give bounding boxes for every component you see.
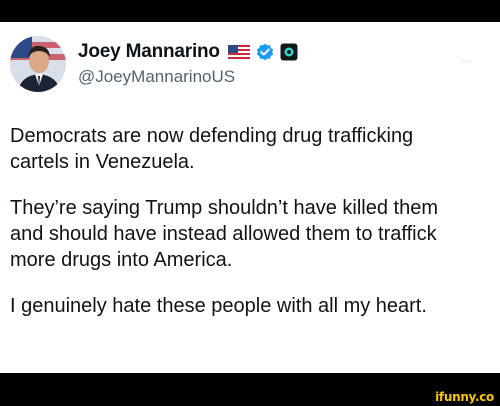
verified-badge-icon bbox=[256, 43, 274, 61]
us-flag-icon bbox=[227, 45, 250, 59]
tweet-paragraph: I genuinely hate these people with all m… bbox=[10, 295, 427, 317]
tweet-paragraph: They’re saying Trump shouldn’t have kill… bbox=[10, 197, 438, 271]
profile-name-row: Joey Mannarino bbox=[78, 40, 298, 64]
tweet-text: Democrats are now defending drug traffic… bbox=[10, 123, 488, 339]
ifunny-watermark: ifunny.co bbox=[435, 390, 494, 404]
more-options-icon[interactable]: ••• bbox=[460, 56, 472, 68]
user-handle[interactable]: @JoeyMannarinoUS bbox=[78, 67, 235, 87]
profile-photo-icon[interactable] bbox=[10, 36, 66, 92]
tweet-paragraph: Democrats are now defending drug traffic… bbox=[10, 125, 414, 173]
tweet-card: Joey Mannarino @JoeyMannarinoUS ••• Demo… bbox=[0, 22, 500, 373]
display-name[interactable]: Joey Mannarino bbox=[78, 41, 220, 63]
affiliate-badge-icon bbox=[280, 43, 298, 61]
